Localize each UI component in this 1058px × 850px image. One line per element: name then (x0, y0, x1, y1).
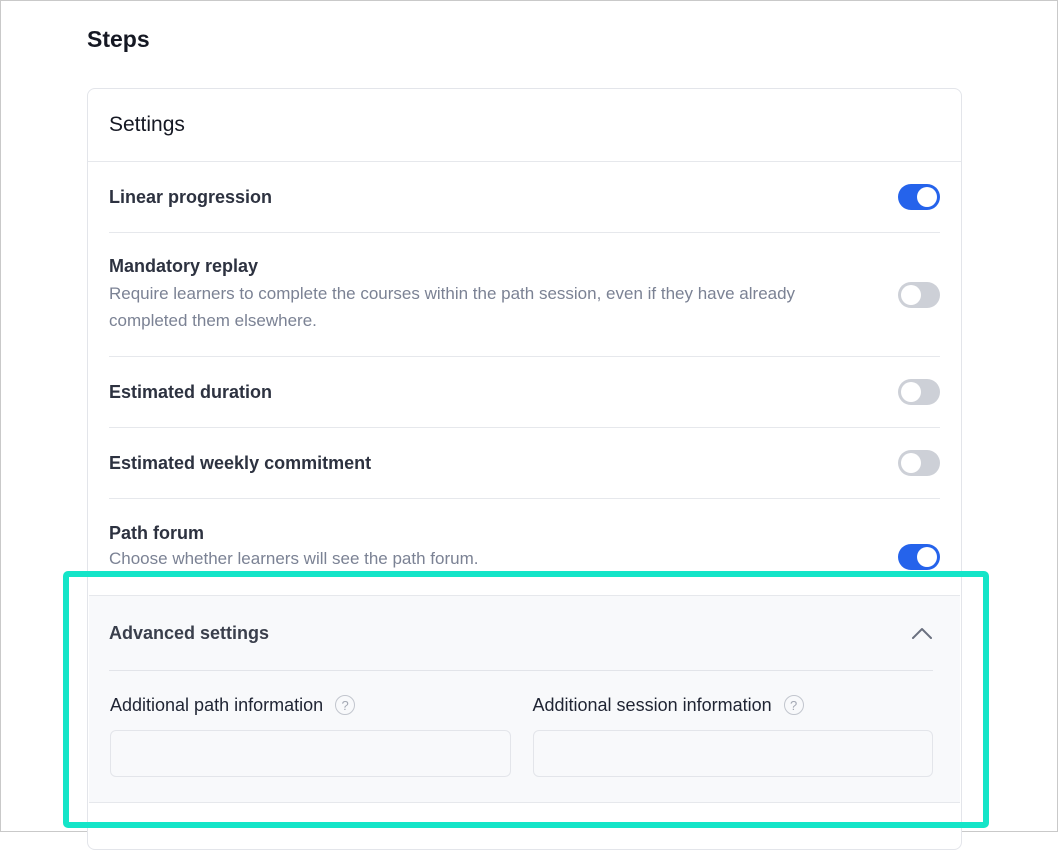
additional-session-information-field: Additional session information ? (532, 693, 933, 777)
setting-row-mandatory-replay: Mandatory replay Require learners to com… (109, 233, 940, 357)
additional-session-information-input[interactable] (532, 730, 933, 777)
setting-label: Mandatory replay (109, 255, 259, 276)
advanced-settings-header[interactable]: Advanced settings (109, 596, 933, 671)
estimated-weekly-commitment-toggle[interactable] (898, 450, 940, 476)
field-label: Additional session information (532, 694, 772, 715)
linear-progression-toggle[interactable] (898, 184, 940, 210)
path-forum-toggle[interactable] (898, 544, 940, 570)
setting-description: Require learners to complete the courses… (109, 283, 796, 330)
settings-card: Settings Linear progression Mandatory re… (87, 88, 962, 850)
setting-label: Estimated weekly commitment (109, 452, 372, 473)
help-icon[interactable]: ? (783, 695, 804, 715)
settings-header: Settings (88, 89, 961, 162)
additional-path-information-field: Additional path information ? (110, 693, 511, 777)
mandatory-replay-toggle[interactable] (898, 281, 940, 308)
setting-description: Choose whether learners will see the pat… (109, 549, 479, 568)
additional-path-information-input[interactable] (110, 730, 511, 777)
setting-label: Path forum (109, 523, 205, 543)
setting-row-linear-progression: Linear progression (109, 162, 940, 233)
estimated-duration-toggle[interactable] (898, 379, 940, 405)
setting-row-estimated-duration: Estimated duration (109, 357, 940, 428)
setting-row-estimated-weekly-commitment: Estimated weekly commitment (109, 428, 940, 499)
setting-label: Linear progression (109, 186, 273, 207)
advanced-fields: Additional path information ? Additional… (110, 693, 933, 777)
advanced-settings-title: Advanced settings (109, 622, 270, 643)
field-label: Additional path information (110, 694, 324, 715)
advanced-settings-panel: Advanced settings Additional path inform… (89, 595, 960, 803)
page-title: Steps (87, 26, 150, 52)
chevron-up-icon[interactable] (911, 626, 933, 640)
setting-label: Estimated duration (109, 381, 273, 402)
settings-list: Linear progression Mandatory replay Requ… (109, 162, 940, 596)
help-icon[interactable]: ? (335, 695, 356, 715)
setting-row-path-forum: Path forum Choose whether learners will … (109, 499, 940, 596)
